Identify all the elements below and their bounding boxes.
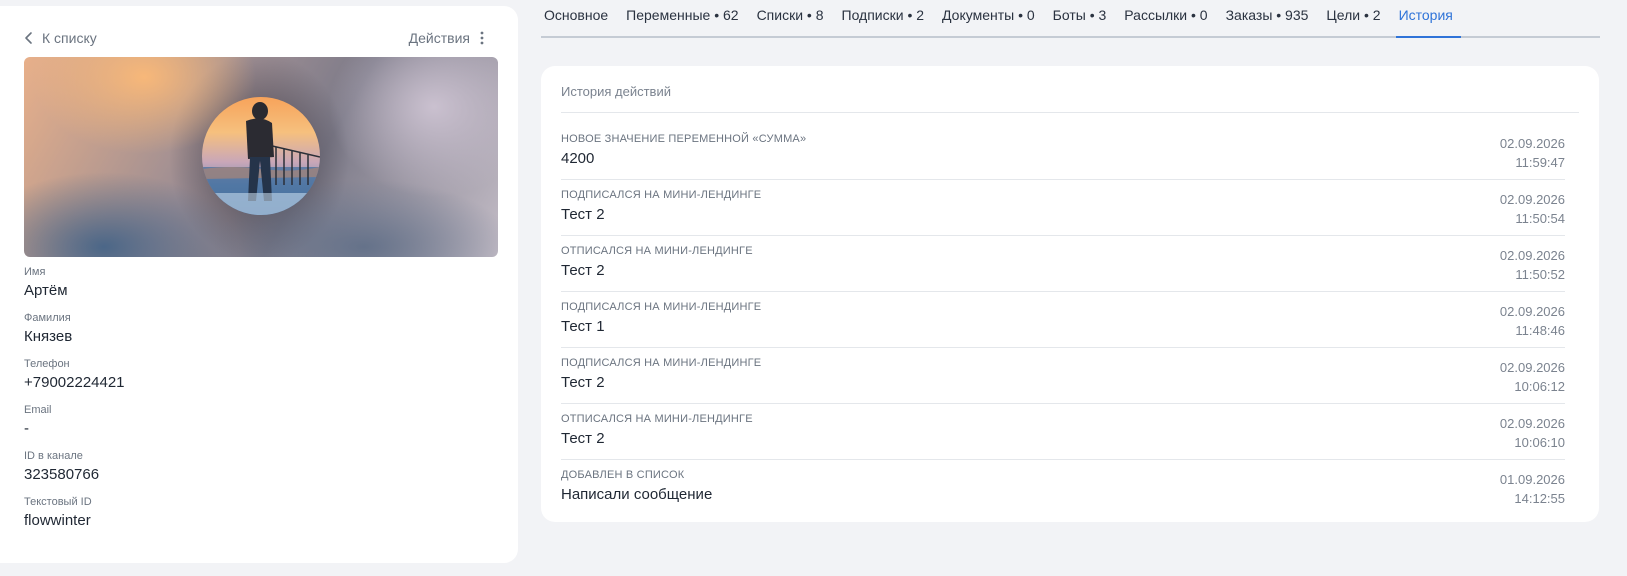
field-channel-id: ID в канале 323580766 (24, 449, 99, 485)
field-label: Фамилия (24, 312, 71, 324)
history-event-datetime: 01.09.2026 14:12:55 (1500, 470, 1565, 508)
profile-cover (24, 57, 498, 257)
history-event-time: 11:50:52 (1515, 267, 1565, 282)
history-row: ПОДПИСАЛСЯ НА МИНИ-ЛЕНДИНГЕ Тест 1 02.09… (561, 292, 1565, 348)
tab-mailings[interactable]: Рассылки • 0 (1121, 0, 1215, 29)
field-email: Email - (24, 403, 52, 439)
history-event-label: ОТПИСАЛСЯ НА МИНИ-ЛЕНДИНГЕ (561, 245, 753, 257)
tab-subscriptions[interactable]: Подписки • 2 (839, 0, 933, 29)
tab-documents[interactable]: Документы • 0 (939, 0, 1043, 29)
history-event-date: 01.09.2026 (1499, 472, 1565, 487)
history-row: ПОДПИСАЛСЯ НА МИНИ-ЛЕНДИНГЕ Тест 2 02.09… (561, 348, 1565, 404)
history-event-value: Тест 2 (561, 430, 605, 447)
field-first-name: Имя Артём (24, 265, 68, 301)
history-event-datetime: 02.09.2026 10:06:12 (1500, 358, 1565, 396)
back-to-list-link[interactable]: К списку (24, 28, 97, 48)
history-event-label: ПОДПИСАЛСЯ НА МИНИ-ЛЕНДИНГЕ (561, 357, 762, 369)
field-value: Артём (24, 282, 68, 299)
history-row: НОВОЕ ЗНАЧЕНИЕ ПЕРЕМЕННОЙ «СУММА» 4200 0… (561, 124, 1565, 180)
tab-bar: Основное Переменные • 62 Списки • 8 Подп… (541, 0, 1600, 38)
history-event-datetime: 02.09.2026 11:50:54 (1500, 190, 1565, 228)
field-value: 323580766 (24, 466, 100, 483)
history-title: История действий (561, 84, 671, 99)
profile-card: К списку Действия Имя Артём Фамилия Княз… (0, 6, 518, 563)
field-label: Email (24, 404, 52, 416)
field-label: ID в канале (24, 450, 83, 462)
history-event-value: 4200 (561, 150, 595, 167)
field-value: - (24, 420, 29, 437)
field-label: Телефон (24, 358, 70, 370)
history-event-label: ПОДПИСАЛСЯ НА МИНИ-ЛЕНДИНГЕ (561, 189, 762, 201)
history-event-date: 02.09.2026 (1499, 360, 1565, 375)
field-value: Князев (24, 328, 73, 345)
more-vertical-icon (480, 31, 484, 45)
avatar[interactable] (202, 97, 320, 215)
actions-label: Действия (408, 30, 470, 46)
history-event-time: 11:48:46 (1515, 323, 1565, 338)
history-event-datetime: 02.09.2026 11:48:46 (1500, 302, 1565, 340)
tab-bots[interactable]: Боты • 3 (1050, 0, 1115, 29)
history-event-label: ПОДПИСАЛСЯ НА МИНИ-ЛЕНДИНГЕ (561, 301, 762, 313)
field-value: flowwinter (24, 512, 91, 529)
history-event-time: 11:50:54 (1515, 211, 1565, 226)
actions-menu-button[interactable]: Действия (409, 28, 484, 48)
history-event-time: 10:06:10 (1514, 435, 1565, 450)
field-phone: Телефон +79002224421 (24, 357, 125, 393)
field-last-name: Фамилия Князев (24, 311, 72, 347)
history-event-value: Написали сообщение (561, 486, 713, 503)
history-divider (561, 112, 1579, 113)
history-event-label: ОТПИСАЛСЯ НА МИНИ-ЛЕНДИНГЕ (561, 413, 753, 425)
history-row: ОТПИСАЛСЯ НА МИНИ-ЛЕНДИНГЕ Тест 2 02.09.… (561, 236, 1565, 292)
history-event-datetime: 02.09.2026 10:06:10 (1500, 414, 1565, 452)
history-event-date: 02.09.2026 (1499, 248, 1565, 263)
history-event-date: 02.09.2026 (1499, 416, 1565, 431)
history-row: ПОДПИСАЛСЯ НА МИНИ-ЛЕНДИНГЕ Тест 2 02.09… (561, 180, 1565, 236)
history-card: История действий НОВОЕ ЗНАЧЕНИЕ ПЕРЕМЕНН… (541, 66, 1599, 522)
history-event-time: 10:06:12 (1514, 379, 1565, 394)
history-event-time: 14:12:55 (1514, 491, 1565, 506)
avatar-photo (202, 102, 320, 215)
history-event-value: Тест 2 (561, 262, 605, 279)
tab-lists[interactable]: Списки • 8 (754, 0, 832, 29)
history-event-datetime: 02.09.2026 11:50:52 (1500, 246, 1565, 284)
history-event-date: 02.09.2026 (1499, 304, 1565, 319)
history-event-value: Тест 2 (561, 374, 605, 391)
tab-variables[interactable]: Переменные • 62 (623, 0, 746, 29)
tab-main[interactable]: Основное (541, 0, 616, 29)
chevron-left-icon (25, 32, 32, 44)
history-event-value: Тест 1 (561, 318, 605, 335)
history-row: ДОБАВЛЕН В СПИСОК Написали сообщение 01.… (561, 460, 1565, 515)
history-event-label: НОВОЕ ЗНАЧЕНИЕ ПЕРЕМЕННОЙ «СУММА» (561, 133, 807, 145)
back-to-list-label: К списку (42, 30, 97, 46)
history-event-time: 11:59:47 (1515, 155, 1565, 170)
history-event-datetime: 02.09.2026 11:59:47 (1500, 134, 1565, 172)
history-event-date: 02.09.2026 (1499, 192, 1565, 207)
history-event-date: 02.09.2026 (1499, 136, 1565, 151)
history-event-value: Тест 2 (561, 206, 605, 223)
history-event-label: ДОБАВЛЕН В СПИСОК (561, 469, 685, 481)
field-text-id: Текстовый ID flowwinter (24, 495, 92, 531)
tab-orders[interactable]: Заказы • 935 (1223, 0, 1317, 29)
tab-goals[interactable]: Цели • 2 (1323, 0, 1388, 29)
history-row: ОТПИСАЛСЯ НА МИНИ-ЛЕНДИНГЕ Тест 2 02.09.… (561, 404, 1565, 460)
field-label: Текстовый ID (24, 496, 92, 508)
field-value: +79002224421 (24, 374, 125, 391)
tab-history[interactable]: История (1395, 0, 1461, 38)
field-label: Имя (24, 266, 46, 278)
